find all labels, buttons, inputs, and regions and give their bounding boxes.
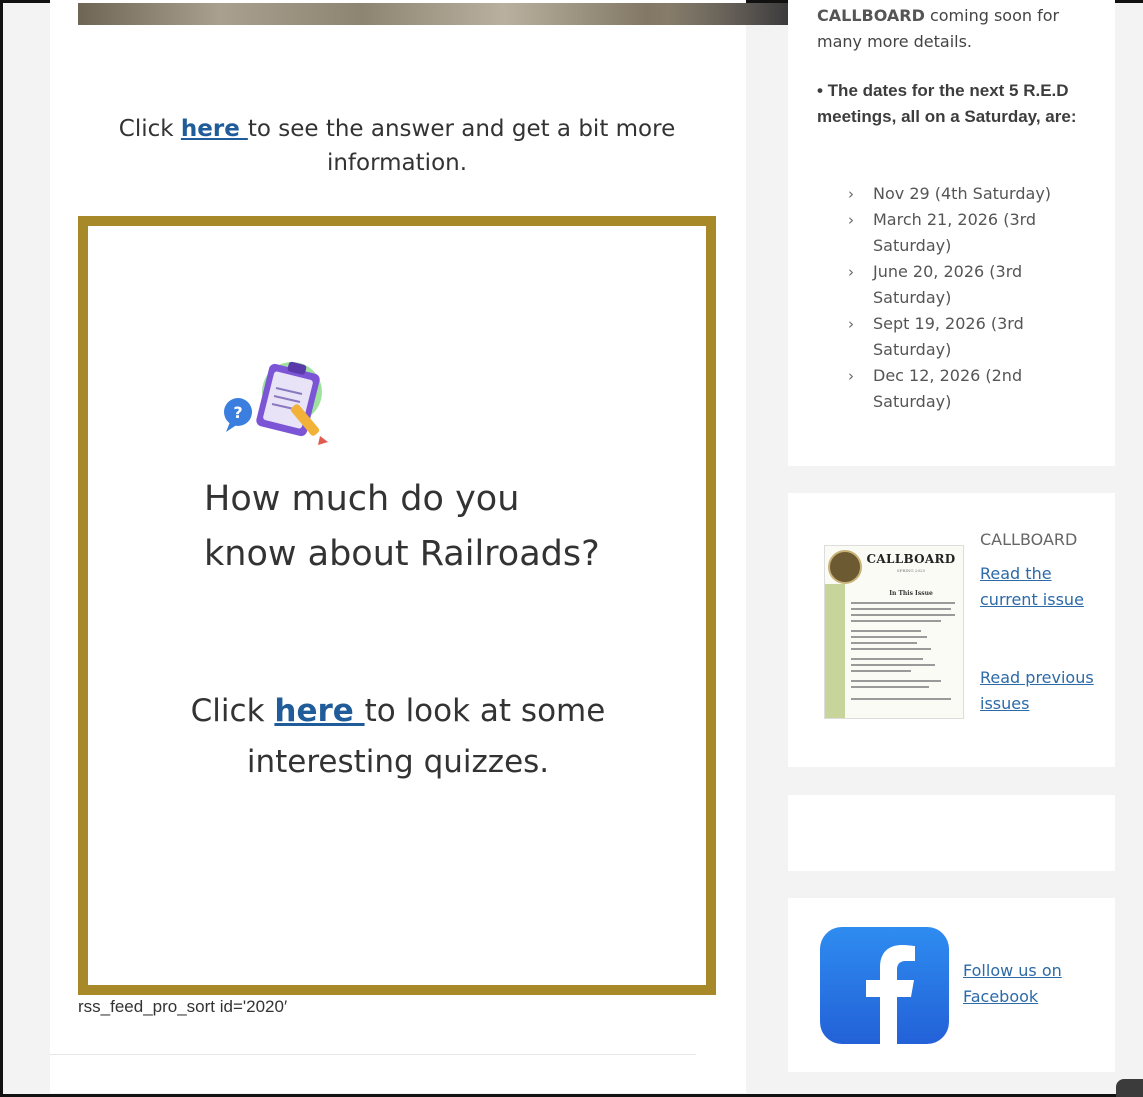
callboard-coming-soon-text: CALLBOARD coming soon for many more deta… <box>817 3 1087 55</box>
answer-here-link[interactable]: here <box>181 116 248 142</box>
thumb-text-line <box>851 686 929 688</box>
facebook-f-glyph <box>866 945 915 1044</box>
facebook-icon[interactable] <box>820 927 949 1044</box>
hero-image <box>78 3 788 25</box>
thumb-text-line <box>851 620 941 622</box>
callboard-cover-thumbnail[interactable]: CALLBOARD SPRING 2025 In This Issue <box>824 545 964 719</box>
thumb-text-line <box>851 642 917 644</box>
clipboard-quiz-icon: ? <box>224 361 328 445</box>
list-item: › Dec 12, 2026 (2nd Saturday) <box>848 363 1073 415</box>
rss-shortcode-text: rss_feed_pro_sort id='2020′ <box>78 997 288 1016</box>
chevron-right-icon: › <box>848 367 854 385</box>
meeting-date: Sept 19, 2026 (3rd Saturday) <box>873 314 1024 359</box>
meeting-dates-intro: • The dates for the next 5 R.E.D meeting… <box>817 81 1077 126</box>
follow-facebook-link[interactable]: Follow us on Facebook <box>963 958 1103 1010</box>
meeting-date: March 21, 2026 (3rd Saturday) <box>873 210 1037 255</box>
thumb-text-line <box>851 602 955 604</box>
thumb-text-line <box>851 658 923 660</box>
callboard-soon-cut-word: CALLBOARD <box>817 6 925 25</box>
list-item: › Nov 29 (4th Saturday) <box>848 181 1073 207</box>
thumb-masthead: CALLBOARD <box>866 552 956 566</box>
thumb-issue: SPRING 2025 <box>896 568 926 573</box>
quiz-here-link[interactable]: here <box>274 693 364 729</box>
chevron-right-icon: › <box>848 211 854 229</box>
thumb-text-line <box>851 664 935 666</box>
read-current-issue-link[interactable]: Read the current issue <box>980 561 1100 613</box>
meeting-date: Dec 12, 2026 (2nd Saturday) <box>873 366 1023 411</box>
thumb-text-line <box>851 636 927 638</box>
thumb-text-line <box>851 698 951 700</box>
divider <box>50 1054 696 1055</box>
answer-paragraph: Click here to see the answer and get a b… <box>78 112 716 180</box>
quiz-cta: Click here to look at some interesting q… <box>188 686 608 788</box>
thumb-sidebar-strip <box>825 584 845 718</box>
thumb-text-line <box>851 670 911 672</box>
quiz-heading: How much do you know about Railroads? <box>204 479 600 574</box>
read-previous-issues-link[interactable]: Read previous issues <box>980 665 1100 717</box>
chevron-right-icon: › <box>848 263 854 281</box>
callboard-seal-icon <box>828 550 862 584</box>
quiz-cta-before: Click <box>190 693 275 729</box>
list-item: › June 20, 2026 (3rd Saturday) <box>848 259 1073 311</box>
svg-text:?: ? <box>233 403 242 422</box>
thumb-text-line <box>851 680 941 682</box>
list-item: › March 21, 2026 (3rd Saturday) <box>848 207 1073 259</box>
thumb-section-title: In This Issue <box>889 590 933 597</box>
meeting-dates-list: › Nov 29 (4th Saturday) › March 21, 2026 (… <box>848 181 1073 415</box>
answer-text-before: Click <box>118 116 181 142</box>
chevron-right-icon: › <box>848 185 854 203</box>
corner-widget-button[interactable] <box>1116 1079 1143 1097</box>
callboard-label: CALLBOARD <box>980 530 1078 549</box>
thumb-text-line <box>851 614 955 616</box>
meeting-date: Nov 29 (4th Saturday) <box>873 184 1052 203</box>
chevron-right-icon: › <box>848 315 854 333</box>
thumb-text-line <box>851 648 931 650</box>
sidebar-card-empty <box>788 795 1115 871</box>
meeting-date: June 20, 2026 (3rd Saturday) <box>873 262 1023 307</box>
list-item: › Sept 19, 2026 (3rd Saturday) <box>848 311 1073 363</box>
thumb-text-line <box>851 630 921 632</box>
answer-text-after: to see the answer and get a bit more inf… <box>247 116 676 176</box>
quiz-promo-box: ? How much do you know about Railroads? … <box>78 216 716 995</box>
thumb-text-line <box>851 608 951 610</box>
